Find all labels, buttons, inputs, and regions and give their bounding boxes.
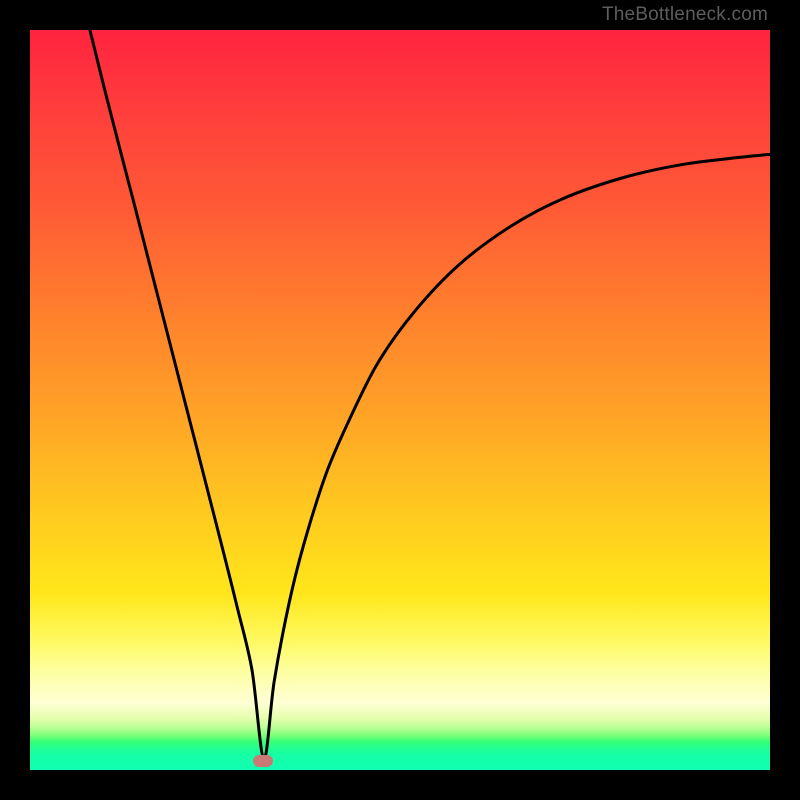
optimal-point-marker	[253, 755, 273, 767]
plot-area	[30, 30, 770, 770]
bottleneck-curve	[30, 30, 770, 770]
chart-frame: TheBottleneck.com	[0, 0, 800, 800]
watermark-text: TheBottleneck.com	[602, 4, 768, 26]
